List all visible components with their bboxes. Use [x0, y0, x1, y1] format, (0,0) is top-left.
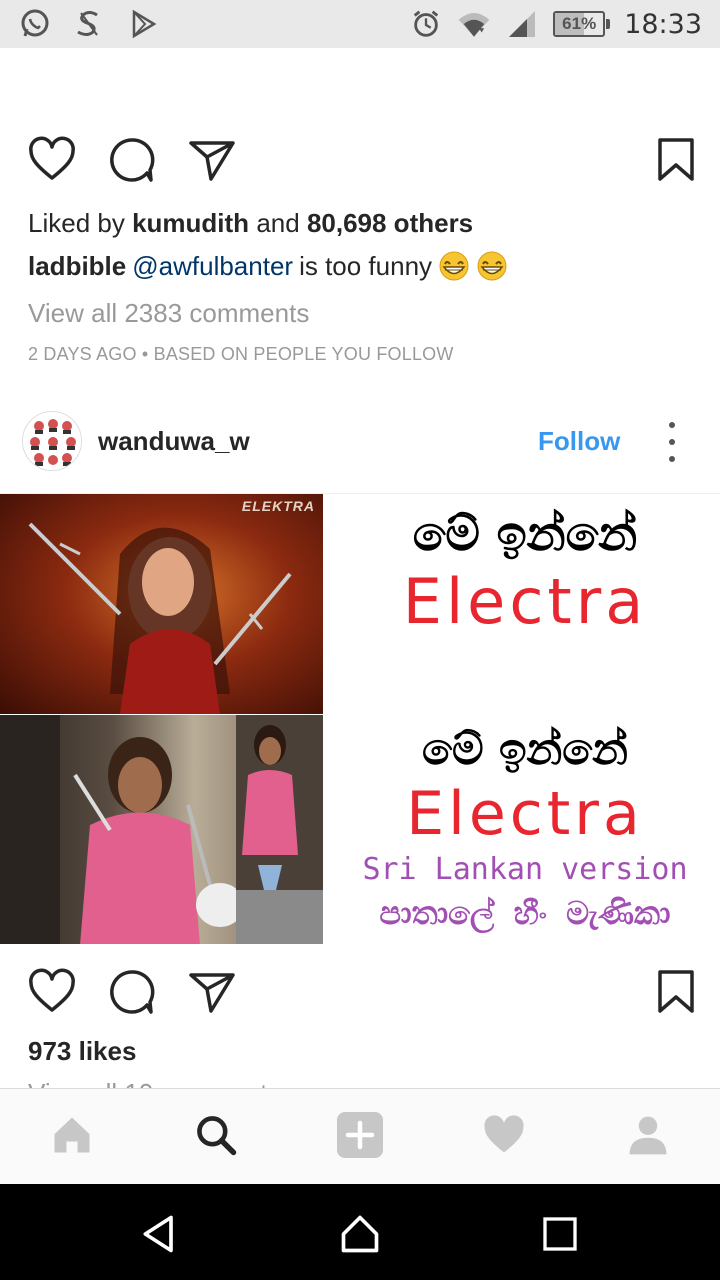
more-options-icon[interactable]	[662, 422, 682, 462]
home-circle-icon[interactable]	[336, 1210, 384, 1258]
liked-prefix: Liked by	[28, 208, 125, 238]
previous-post-actions	[0, 134, 720, 194]
liked-and: and	[256, 208, 300, 238]
wifi-icon	[457, 7, 491, 41]
signal-icon	[505, 7, 539, 41]
share-paper-plane-icon[interactable]	[186, 134, 238, 186]
alarm-icon	[409, 7, 443, 41]
like-heart-icon[interactable]	[26, 966, 78, 1018]
play-store-icon	[126, 7, 160, 41]
caption: ladbible @awfulbanter is too funny	[28, 250, 508, 282]
home-icon[interactable]	[44, 1107, 100, 1163]
meme-sinhala-line-1: මේ ඉන්නේ	[412, 506, 638, 562]
post-header: wanduwa_w Follow	[0, 406, 720, 492]
bottom-nav	[0, 1088, 720, 1184]
system-navigation-bar	[0, 1184, 720, 1280]
battery-percentage: 61%	[562, 14, 597, 33]
search-icon[interactable]	[188, 1107, 244, 1163]
clock: 18:33	[624, 8, 702, 40]
liked-by-line[interactable]: Liked by kumudith and 80,698 others	[28, 208, 473, 239]
meme-electra-line-2: Electra	[406, 779, 644, 849]
likes-count[interactable]: 973 likes	[28, 1036, 136, 1067]
bookmark-icon[interactable]	[650, 966, 702, 1018]
liked-others[interactable]: 80,698 others	[307, 208, 473, 238]
caption-mention[interactable]: @awfulbanter	[132, 251, 293, 282]
view-comments-partial[interactable]: View all 10 comments	[28, 1078, 280, 1088]
like-heart-icon[interactable]	[26, 134, 78, 186]
post-username[interactable]: wanduwa_w	[98, 426, 250, 457]
liked-user[interactable]: kumudith	[132, 208, 249, 238]
status-bar: 61% 18:33	[0, 0, 720, 48]
follow-button[interactable]: Follow	[538, 426, 620, 457]
parody-photo	[0, 715, 323, 944]
view-all-comments-link[interactable]: View all 2383 comments	[28, 298, 309, 329]
caption-username[interactable]: ladbible	[28, 251, 126, 282]
activity-heart-icon[interactable]	[476, 1107, 532, 1163]
comment-bubble-icon[interactable]	[106, 134, 158, 186]
feed[interactable]: Liked by kumudith and 80,698 others ladb…	[0, 48, 720, 1088]
grinning-face-emoji	[439, 251, 469, 281]
share-paper-plane-icon[interactable]	[186, 966, 238, 1018]
post-image[interactable]: ELEKTRA මේ ඉන්නේ Electra මේ ඉන්නේ Electr…	[0, 493, 720, 944]
battery-icon: 61%	[553, 11, 611, 37]
s-app-icon	[72, 7, 106, 41]
avatar[interactable]	[22, 411, 82, 471]
meme-sinhala-line-2: මේ ඉන්නේ	[422, 724, 628, 775]
grinning-face-emoji	[477, 251, 507, 281]
movie-poster-photo: ELEKTRA	[0, 494, 323, 714]
meme-sri-lankan-version: Sri Lankan version	[362, 852, 688, 887]
elektra-logo-text: ELEKTRA	[241, 498, 315, 514]
add-post-icon[interactable]	[332, 1107, 388, 1163]
bookmark-icon[interactable]	[650, 134, 702, 186]
post-actions	[0, 966, 720, 1026]
comment-bubble-icon[interactable]	[106, 966, 158, 1018]
post-timestamp: 2 DAYS AGO • BASED ON PEOPLE YOU FOLLOW	[28, 344, 454, 364]
recents-icon[interactable]	[536, 1210, 584, 1258]
whatsapp-icon	[18, 7, 52, 41]
meme-sinhala-line-3: පාතාලේ හීං මැණිකා	[379, 894, 671, 932]
caption-text: is too funny	[299, 250, 433, 281]
back-icon[interactable]	[136, 1210, 184, 1258]
profile-icon[interactable]	[620, 1107, 676, 1163]
meme-electra-line-1: Electra	[402, 565, 648, 638]
